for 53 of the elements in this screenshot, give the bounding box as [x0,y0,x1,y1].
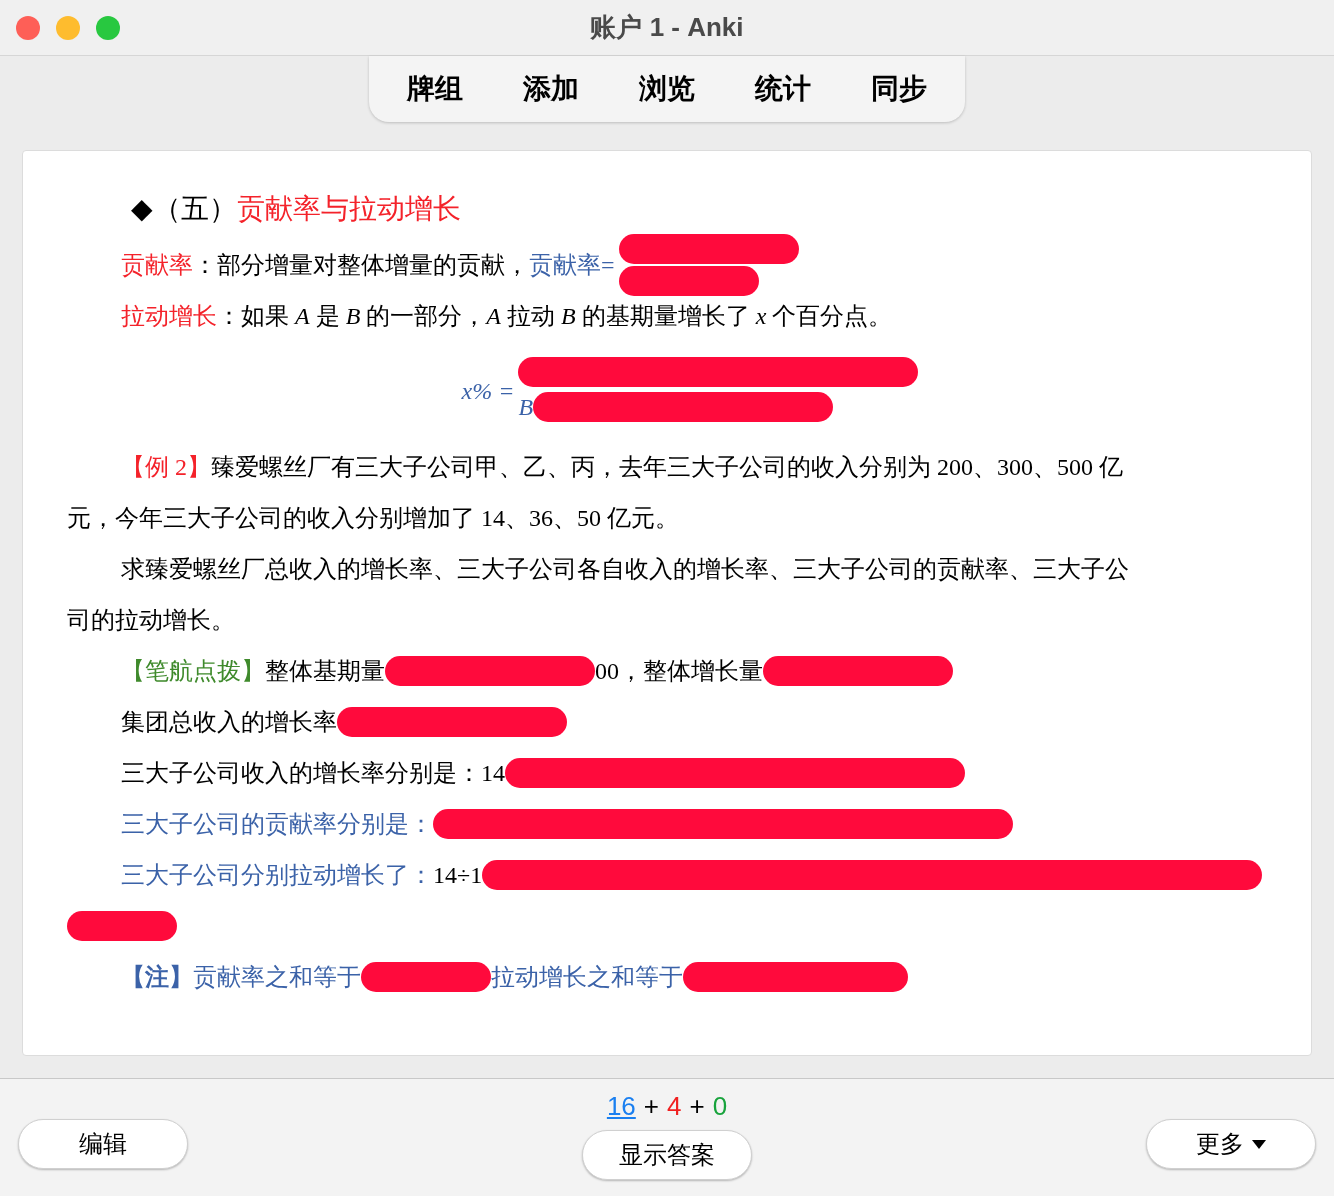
close-window-icon[interactable] [16,15,40,40]
doc-text: 是 [314,301,341,331]
card-count[interactable]: 16 [606,1087,636,1126]
doc-text: 个百分点。 [771,301,893,331]
doc-text: 【注】 [121,962,193,992]
math-text: x [755,301,767,331]
window-title: 账户 1 - Anki [590,11,744,44]
card-count: 4 [667,1090,682,1123]
toolbar-link[interactable]: 牌组 [407,68,463,110]
toolbar-link[interactable]: 统计 [755,68,811,110]
plus-sign: + [689,1090,705,1123]
doc-text: 臻爱螺丝厂有三大子公司甲、乙、丙，去年三大子公司的收入分别为 200、300、500 亿 [211,452,1123,482]
doc-text: ：部分增量对整体增量的贡献， [193,250,529,280]
doc-text: 贡献率与拉动增长 [237,192,461,226]
card-count: 0 [712,1090,728,1123]
doc-text: 贡献率= [529,250,615,280]
doc-text: 拉动增长之和等于 [491,962,683,992]
math-text: B [561,301,576,331]
toolbar-link[interactable]: 浏览 [639,68,695,110]
doc-text: 集团总收入的增长率 [121,707,337,737]
math-text: B [518,393,534,422]
doc-text: 拉动增长 [121,301,217,331]
doc-text: 14÷1 [433,860,483,890]
doc-text: （五） [153,192,237,226]
doc-text: 的基期量增长了 [580,301,751,331]
more-button[interactable]: 更多 [1146,1119,1316,1169]
doc-text: 【例 2】 [121,452,211,482]
doc-text: ◆ [131,192,153,226]
edit-button[interactable]: 编辑 [18,1119,188,1169]
show-answer-button[interactable]: 显示答案 [582,1130,752,1180]
math-text: A [486,301,501,331]
doc-text: 00，整体增长量 [595,656,763,686]
doc-text: 贡献率之和等于 [193,962,361,992]
caret-icon [1252,1139,1266,1149]
minimize-window-icon[interactable] [56,15,80,40]
doc-text: 整体基期量 [265,656,385,686]
doc-text: 三大子公司收入的增长率分别是：14 [121,758,505,788]
doc-text: 三大子公司的贡献率分别是： [121,809,433,839]
plus-sign: + [643,1090,659,1123]
toolbar-link[interactable]: 添加 [523,68,579,110]
doc-text: 【笔航点拨】 [121,656,265,686]
toolbar-link[interactable]: 同步 [871,68,927,110]
zoom-window-icon[interactable] [96,15,120,40]
doc-text: 贡献率 [121,250,193,280]
doc-text: ：如果 [217,301,290,331]
math-text: B [345,301,361,331]
doc-text: 拉动 [506,301,556,331]
math-text: A [295,301,310,331]
doc-text: 元，今年三大子公司的收入分别增加了 14、36、50 亿元。 [67,503,679,533]
doc-text: 求臻爱螺丝厂总收入的增长率、三大子公司各自收入的增长率、三大子公司的贡献率、三大子公 [121,554,1129,584]
math-text: x% = [461,377,515,406]
doc-text: 三大子公司分别拉动增长了： [121,860,433,890]
doc-text: 司的拉动增长。 [67,605,235,635]
